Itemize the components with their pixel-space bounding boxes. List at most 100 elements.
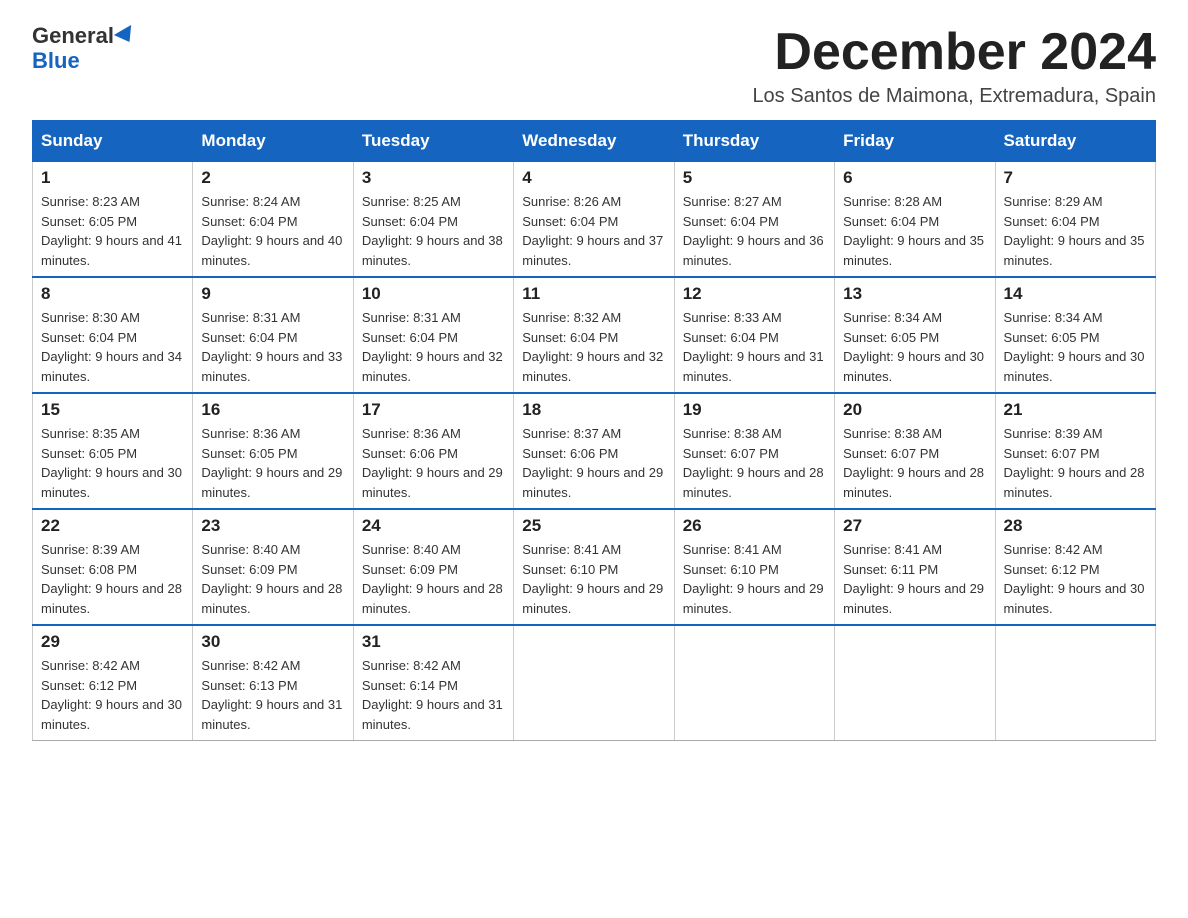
table-row: 19 Sunrise: 8:38 AM Sunset: 6:07 PM Dayl… xyxy=(674,393,834,509)
day-info: Sunrise: 8:29 AM Sunset: 6:04 PM Dayligh… xyxy=(1004,192,1147,270)
day-number: 25 xyxy=(522,516,665,536)
table-row: 5 Sunrise: 8:27 AM Sunset: 6:04 PM Dayli… xyxy=(674,162,834,278)
table-row: 10 Sunrise: 8:31 AM Sunset: 6:04 PM Dayl… xyxy=(353,277,513,393)
day-number: 23 xyxy=(201,516,344,536)
table-row xyxy=(995,625,1155,741)
day-info: Sunrise: 8:37 AM Sunset: 6:06 PM Dayligh… xyxy=(522,424,665,502)
day-number: 18 xyxy=(522,400,665,420)
day-number: 9 xyxy=(201,284,344,304)
day-number: 10 xyxy=(362,284,505,304)
header-friday: Friday xyxy=(835,121,995,162)
calendar-week-row: 8 Sunrise: 8:30 AM Sunset: 6:04 PM Dayli… xyxy=(33,277,1156,393)
day-number: 22 xyxy=(41,516,184,536)
main-title: December 2024 xyxy=(752,24,1156,81)
day-number: 24 xyxy=(362,516,505,536)
table-row: 12 Sunrise: 8:33 AM Sunset: 6:04 PM Dayl… xyxy=(674,277,834,393)
logo-arrow-icon xyxy=(114,25,138,47)
day-number: 13 xyxy=(843,284,986,304)
day-number: 20 xyxy=(843,400,986,420)
day-number: 26 xyxy=(683,516,826,536)
day-number: 4 xyxy=(522,168,665,188)
table-row: 21 Sunrise: 8:39 AM Sunset: 6:07 PM Dayl… xyxy=(995,393,1155,509)
day-info: Sunrise: 8:36 AM Sunset: 6:06 PM Dayligh… xyxy=(362,424,505,502)
day-info: Sunrise: 8:24 AM Sunset: 6:04 PM Dayligh… xyxy=(201,192,344,270)
table-row: 27 Sunrise: 8:41 AM Sunset: 6:11 PM Dayl… xyxy=(835,509,995,625)
day-info: Sunrise: 8:36 AM Sunset: 6:05 PM Dayligh… xyxy=(201,424,344,502)
day-info: Sunrise: 8:25 AM Sunset: 6:04 PM Dayligh… xyxy=(362,192,505,270)
day-info: Sunrise: 8:28 AM Sunset: 6:04 PM Dayligh… xyxy=(843,192,986,270)
day-number: 16 xyxy=(201,400,344,420)
title-block: December 2024 Los Santos de Maimona, Ext… xyxy=(752,24,1156,108)
table-row: 13 Sunrise: 8:34 AM Sunset: 6:05 PM Dayl… xyxy=(835,277,995,393)
table-row: 24 Sunrise: 8:40 AM Sunset: 6:09 PM Dayl… xyxy=(353,509,513,625)
day-number: 2 xyxy=(201,168,344,188)
day-number: 17 xyxy=(362,400,505,420)
table-row: 4 Sunrise: 8:26 AM Sunset: 6:04 PM Dayli… xyxy=(514,162,674,278)
table-row: 26 Sunrise: 8:41 AM Sunset: 6:10 PM Dayl… xyxy=(674,509,834,625)
table-row: 7 Sunrise: 8:29 AM Sunset: 6:04 PM Dayli… xyxy=(995,162,1155,278)
day-number: 1 xyxy=(41,168,184,188)
day-info: Sunrise: 8:39 AM Sunset: 6:07 PM Dayligh… xyxy=(1004,424,1147,502)
day-info: Sunrise: 8:34 AM Sunset: 6:05 PM Dayligh… xyxy=(843,308,986,386)
table-row: 16 Sunrise: 8:36 AM Sunset: 6:05 PM Dayl… xyxy=(193,393,353,509)
table-row: 8 Sunrise: 8:30 AM Sunset: 6:04 PM Dayli… xyxy=(33,277,193,393)
table-row: 9 Sunrise: 8:31 AM Sunset: 6:04 PM Dayli… xyxy=(193,277,353,393)
day-number: 6 xyxy=(843,168,986,188)
day-number: 14 xyxy=(1004,284,1147,304)
table-row xyxy=(835,625,995,741)
page-header: General Blue December 2024 Los Santos de… xyxy=(32,24,1156,108)
calendar-week-row: 22 Sunrise: 8:39 AM Sunset: 6:08 PM Dayl… xyxy=(33,509,1156,625)
table-row xyxy=(674,625,834,741)
day-info: Sunrise: 8:42 AM Sunset: 6:13 PM Dayligh… xyxy=(201,656,344,734)
table-row: 30 Sunrise: 8:42 AM Sunset: 6:13 PM Dayl… xyxy=(193,625,353,741)
table-row: 17 Sunrise: 8:36 AM Sunset: 6:06 PM Dayl… xyxy=(353,393,513,509)
table-row: 25 Sunrise: 8:41 AM Sunset: 6:10 PM Dayl… xyxy=(514,509,674,625)
day-info: Sunrise: 8:40 AM Sunset: 6:09 PM Dayligh… xyxy=(201,540,344,618)
day-info: Sunrise: 8:40 AM Sunset: 6:09 PM Dayligh… xyxy=(362,540,505,618)
day-info: Sunrise: 8:33 AM Sunset: 6:04 PM Dayligh… xyxy=(683,308,826,386)
day-info: Sunrise: 8:31 AM Sunset: 6:04 PM Dayligh… xyxy=(201,308,344,386)
logo: General Blue xyxy=(32,24,136,74)
table-row: 31 Sunrise: 8:42 AM Sunset: 6:14 PM Dayl… xyxy=(353,625,513,741)
day-info: Sunrise: 8:23 AM Sunset: 6:05 PM Dayligh… xyxy=(41,192,184,270)
header-tuesday: Tuesday xyxy=(353,121,513,162)
day-info: Sunrise: 8:31 AM Sunset: 6:04 PM Dayligh… xyxy=(362,308,505,386)
table-row: 23 Sunrise: 8:40 AM Sunset: 6:09 PM Dayl… xyxy=(193,509,353,625)
day-number: 27 xyxy=(843,516,986,536)
day-number: 30 xyxy=(201,632,344,652)
day-info: Sunrise: 8:27 AM Sunset: 6:04 PM Dayligh… xyxy=(683,192,826,270)
day-number: 12 xyxy=(683,284,826,304)
table-row: 3 Sunrise: 8:25 AM Sunset: 6:04 PM Dayli… xyxy=(353,162,513,278)
header-thursday: Thursday xyxy=(674,121,834,162)
table-row xyxy=(514,625,674,741)
day-info: Sunrise: 8:42 AM Sunset: 6:14 PM Dayligh… xyxy=(362,656,505,734)
day-info: Sunrise: 8:32 AM Sunset: 6:04 PM Dayligh… xyxy=(522,308,665,386)
table-row: 15 Sunrise: 8:35 AM Sunset: 6:05 PM Dayl… xyxy=(33,393,193,509)
header-sunday: Sunday xyxy=(33,121,193,162)
day-info: Sunrise: 8:38 AM Sunset: 6:07 PM Dayligh… xyxy=(683,424,826,502)
day-number: 7 xyxy=(1004,168,1147,188)
day-info: Sunrise: 8:41 AM Sunset: 6:10 PM Dayligh… xyxy=(683,540,826,618)
day-info: Sunrise: 8:41 AM Sunset: 6:10 PM Dayligh… xyxy=(522,540,665,618)
day-info: Sunrise: 8:42 AM Sunset: 6:12 PM Dayligh… xyxy=(1004,540,1147,618)
table-row: 6 Sunrise: 8:28 AM Sunset: 6:04 PM Dayli… xyxy=(835,162,995,278)
calendar-week-row: 29 Sunrise: 8:42 AM Sunset: 6:12 PM Dayl… xyxy=(33,625,1156,741)
day-number: 28 xyxy=(1004,516,1147,536)
table-row: 29 Sunrise: 8:42 AM Sunset: 6:12 PM Dayl… xyxy=(33,625,193,741)
table-row: 28 Sunrise: 8:42 AM Sunset: 6:12 PM Dayl… xyxy=(995,509,1155,625)
day-info: Sunrise: 8:42 AM Sunset: 6:12 PM Dayligh… xyxy=(41,656,184,734)
day-number: 15 xyxy=(41,400,184,420)
day-info: Sunrise: 8:26 AM Sunset: 6:04 PM Dayligh… xyxy=(522,192,665,270)
day-info: Sunrise: 8:39 AM Sunset: 6:08 PM Dayligh… xyxy=(41,540,184,618)
day-number: 3 xyxy=(362,168,505,188)
table-row: 2 Sunrise: 8:24 AM Sunset: 6:04 PM Dayli… xyxy=(193,162,353,278)
logo-general: General xyxy=(32,24,114,48)
calendar-week-row: 15 Sunrise: 8:35 AM Sunset: 6:05 PM Dayl… xyxy=(33,393,1156,509)
day-number: 19 xyxy=(683,400,826,420)
calendar-header-row: Sunday Monday Tuesday Wednesday Thursday… xyxy=(33,121,1156,162)
logo-blue: Blue xyxy=(32,48,80,74)
day-number: 5 xyxy=(683,168,826,188)
day-info: Sunrise: 8:35 AM Sunset: 6:05 PM Dayligh… xyxy=(41,424,184,502)
calendar-week-row: 1 Sunrise: 8:23 AM Sunset: 6:05 PM Dayli… xyxy=(33,162,1156,278)
calendar-table: Sunday Monday Tuesday Wednesday Thursday… xyxy=(32,120,1156,741)
